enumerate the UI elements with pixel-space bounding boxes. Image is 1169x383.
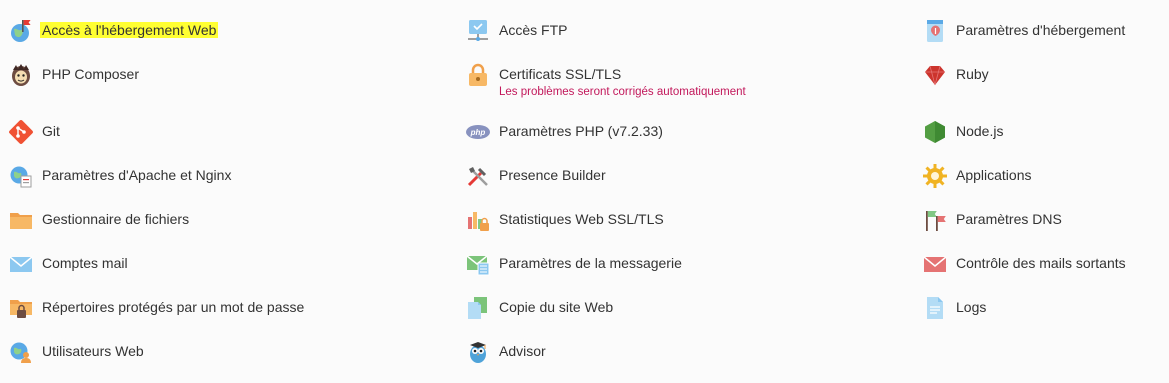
tool-label: Gestionnaire de fichiers	[42, 211, 190, 227]
tool-protected-directories[interactable]: Répertoires protégés par un mot de passe	[8, 295, 304, 321]
tool-mail-accounts[interactable]: Comptes mail	[8, 251, 128, 277]
ftp-icon	[465, 18, 491, 44]
gear-icon	[922, 163, 948, 189]
mail-settings-icon	[465, 251, 491, 277]
nodejs-icon	[922, 119, 948, 145]
tool-hosting-settings[interactable]: Paramètres d'hébergement	[922, 18, 1125, 44]
tool-label: Accès à l'hébergement Web	[40, 22, 219, 38]
hosting-settings-icon	[922, 18, 948, 44]
stats-lock-icon	[465, 207, 491, 233]
folder-icon	[8, 207, 34, 233]
tools-icon	[465, 163, 491, 189]
outgoing-mail-icon	[922, 251, 948, 277]
svg-text:php: php	[470, 128, 486, 137]
locked-folder-icon	[8, 295, 34, 321]
tool-applications[interactable]: Applications	[922, 163, 1032, 189]
tool-label: PHP Composer	[42, 66, 140, 82]
tool-label: Paramètres d'Apache et Nginx	[42, 167, 232, 183]
php-icon: php	[465, 119, 491, 145]
tool-label: Accès FTP	[499, 22, 568, 38]
tool-label: Contrôle des mails sortants	[956, 255, 1126, 271]
tool-label: Paramètres DNS	[956, 211, 1062, 227]
tool-nodejs[interactable]: Node.js	[922, 119, 1003, 145]
web-user-icon	[8, 339, 34, 365]
tool-mail-settings[interactable]: Paramètres de la messagerie	[465, 251, 682, 277]
git-icon	[8, 119, 34, 145]
tool-label: Répertoires protégés par un mot de passe	[42, 299, 305, 315]
envelope-icon	[8, 251, 34, 277]
tool-logs[interactable]: Logs	[922, 295, 986, 321]
php-composer-icon	[8, 62, 34, 88]
tool-label: Certificats SSL/TLS	[499, 66, 622, 82]
tool-advisor[interactable]: Advisor	[465, 339, 546, 365]
tool-label: Utilisateurs Web	[42, 343, 144, 359]
dns-flags-icon	[922, 207, 948, 233]
ssl-warning-note: Les problèmes seront corrigés automatiqu…	[499, 86, 746, 98]
padlock-icon	[465, 62, 491, 88]
tool-label: Presence Builder	[499, 167, 606, 183]
tools-grid: Accès à l'hébergement Web PHP Composer G…	[0, 0, 1169, 383]
tool-label: Comptes mail	[42, 255, 128, 271]
tool-file-manager[interactable]: Gestionnaire de fichiers	[8, 207, 189, 233]
tool-outgoing-mail-control[interactable]: Contrôle des mails sortants	[922, 251, 1126, 277]
tool-presence-builder[interactable]: Presence Builder	[465, 163, 606, 189]
tool-label: Git	[42, 123, 60, 139]
tool-label: Paramètres d'hébergement	[956, 22, 1126, 38]
tool-label: Paramètres de la messagerie	[499, 255, 682, 271]
tool-php-settings[interactable]: php Paramètres PHP (v7.2.33)	[465, 119, 663, 145]
tool-label: Copie du site Web	[499, 299, 614, 315]
tool-php-composer[interactable]: PHP Composer	[8, 62, 139, 88]
logs-icon	[922, 295, 948, 321]
owl-icon	[465, 339, 491, 365]
ruby-icon	[922, 62, 948, 88]
apache-nginx-icon	[8, 163, 34, 189]
globe-flag-icon	[8, 18, 34, 44]
tool-label: Advisor	[499, 343, 546, 359]
tool-label: Ruby	[956, 66, 989, 82]
tool-label: Applications	[956, 167, 1032, 183]
tool-ftp-access[interactable]: Accès FTP	[465, 18, 567, 44]
tool-git[interactable]: Git	[8, 119, 60, 145]
tool-ruby[interactable]: Ruby	[922, 62, 989, 88]
tool-web-users[interactable]: Utilisateurs Web	[8, 339, 144, 365]
tool-label: Statistiques Web SSL/TLS	[499, 211, 664, 227]
tool-apache-nginx-settings[interactable]: Paramètres d'Apache et Nginx	[8, 163, 231, 189]
tool-label: Node.js	[956, 123, 1004, 139]
tool-label: Paramètres PHP (v7.2.33)	[499, 123, 663, 139]
tool-dns-settings[interactable]: Paramètres DNS	[922, 207, 1062, 233]
tool-web-stats-ssl[interactable]: Statistiques Web SSL/TLS	[465, 207, 664, 233]
tool-website-copy[interactable]: Copie du site Web	[465, 295, 613, 321]
copy-site-icon	[465, 295, 491, 321]
tool-web-hosting-access[interactable]: Accès à l'hébergement Web	[8, 18, 219, 44]
tool-ssl-certificates[interactable]: Certificats SSL/TLS Les problèmes seront …	[465, 62, 746, 100]
tool-label: Logs	[956, 299, 987, 315]
